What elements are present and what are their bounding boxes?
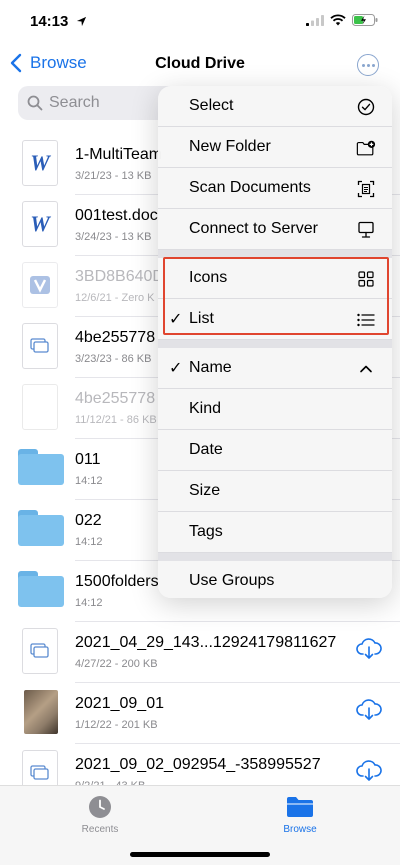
folder-meta: 14:12	[75, 597, 103, 609]
menu-item-connect-to-server[interactable]: Connect to Server	[158, 209, 392, 250]
file-meta: 1/12/22 - 201 KB	[75, 719, 158, 731]
tab-bar: Recents Browse	[0, 785, 400, 865]
tab-browse-label: Browse	[283, 824, 317, 835]
document-icon	[22, 323, 58, 369]
page-title: Cloud Drive	[155, 55, 245, 72]
file-name: 4be255778	[75, 390, 156, 407]
file-meta: 11/12/21 - 86 KB	[75, 414, 157, 426]
menu-item-select[interactable]: Select	[158, 86, 392, 127]
file-name: 001test.doc	[75, 207, 158, 224]
location-arrow-icon	[76, 16, 86, 27]
grid-icon	[356, 269, 376, 289]
document-icon	[22, 628, 58, 674]
folder-name: 011	[75, 451, 101, 468]
file-meta: 3/24/23 - 13 KB	[75, 231, 152, 243]
navigation-bar: Browse Cloud Drive	[0, 44, 400, 88]
checkmark-circle-icon	[356, 97, 376, 117]
battery-charging-icon	[352, 14, 378, 26]
tab-recents[interactable]: Recents	[50, 794, 150, 835]
file-name: 3BD8B640D	[75, 268, 164, 285]
folder-icon	[18, 449, 64, 485]
cloud-download-icon[interactable]	[356, 699, 382, 726]
file-name: 1-MultiTeam	[75, 146, 163, 163]
folder-plus-icon	[356, 138, 376, 158]
file-row[interactable]: 2021_09_01 1/12/22 - 201 KB	[0, 683, 400, 744]
photo-thumbnail	[24, 690, 58, 734]
chevron-up-icon	[356, 359, 376, 379]
folder-icon	[250, 794, 350, 820]
cloud-download-icon[interactable]	[356, 760, 382, 787]
status-time: 14:13	[30, 13, 87, 30]
file-meta: 4/27/22 - 200 KB	[75, 658, 158, 670]
word-document-icon: W	[22, 140, 58, 186]
menu-item-icons[interactable]: Icons	[158, 258, 392, 299]
menu-item-sort-name[interactable]: ✓ Name	[158, 348, 392, 389]
list-bullet-icon	[356, 310, 376, 330]
menu-item-sort-date[interactable]: Date	[158, 430, 392, 471]
menu-item-new-folder[interactable]: New Folder	[158, 127, 392, 168]
menu-item-sort-kind[interactable]: Kind	[158, 389, 392, 430]
doc-viewfinder-icon	[356, 179, 376, 199]
file-name: 4be255778	[75, 329, 156, 346]
word-document-icon: W	[22, 201, 58, 247]
file-meta: 3/21/23 - 13 KB	[75, 170, 152, 182]
checkmark-icon: ✓	[169, 360, 183, 377]
folder-icon	[18, 510, 64, 546]
folder-meta: 14:12	[75, 475, 103, 487]
search-icon	[27, 95, 43, 111]
home-indicator	[130, 852, 270, 857]
clock-icon	[50, 794, 150, 820]
context-menu: Select New Folder Scan Documents Connect…	[158, 86, 392, 598]
menu-item-scan-documents[interactable]: Scan Documents	[158, 168, 392, 209]
file-meta: 12/6/21 - Zero K	[75, 292, 155, 304]
blank-document-icon	[22, 384, 58, 430]
cloud-download-icon[interactable]	[356, 638, 382, 665]
folder-icon	[18, 571, 64, 607]
file-row[interactable]: 2021_04_29_143...12924179811627 4/27/22 …	[0, 622, 400, 683]
cellular-signal-icon	[306, 14, 324, 26]
checkmark-icon: ✓	[169, 311, 183, 328]
wifi-icon	[330, 14, 346, 26]
menu-item-sort-size[interactable]: Size	[158, 471, 392, 512]
file-name: 2021_09_01	[75, 695, 164, 712]
menu-item-use-groups[interactable]: Use Groups	[158, 561, 392, 598]
search-placeholder: Search	[49, 94, 100, 111]
more-options-button[interactable]	[357, 54, 379, 76]
file-name: 2021_04_29_143...12924179811627	[75, 634, 337, 651]
desktop-computer-icon	[356, 220, 376, 240]
folder-name: 1500folders	[75, 573, 159, 590]
tab-recents-label: Recents	[81, 824, 119, 835]
file-meta: 3/23/23 - 86 KB	[75, 353, 152, 365]
folder-meta: 14:12	[75, 536, 103, 548]
menu-item-list[interactable]: ✓ List	[158, 299, 392, 340]
v-document-icon	[22, 262, 58, 308]
file-name: 2021_09_02_092954_-358995527	[75, 756, 321, 773]
folder-name: 022	[75, 512, 102, 529]
tab-browse[interactable]: Browse	[250, 794, 350, 835]
ellipsis-icon	[361, 63, 365, 67]
menu-item-sort-tags[interactable]: Tags	[158, 512, 392, 553]
status-bar: 14:13	[0, 0, 400, 44]
